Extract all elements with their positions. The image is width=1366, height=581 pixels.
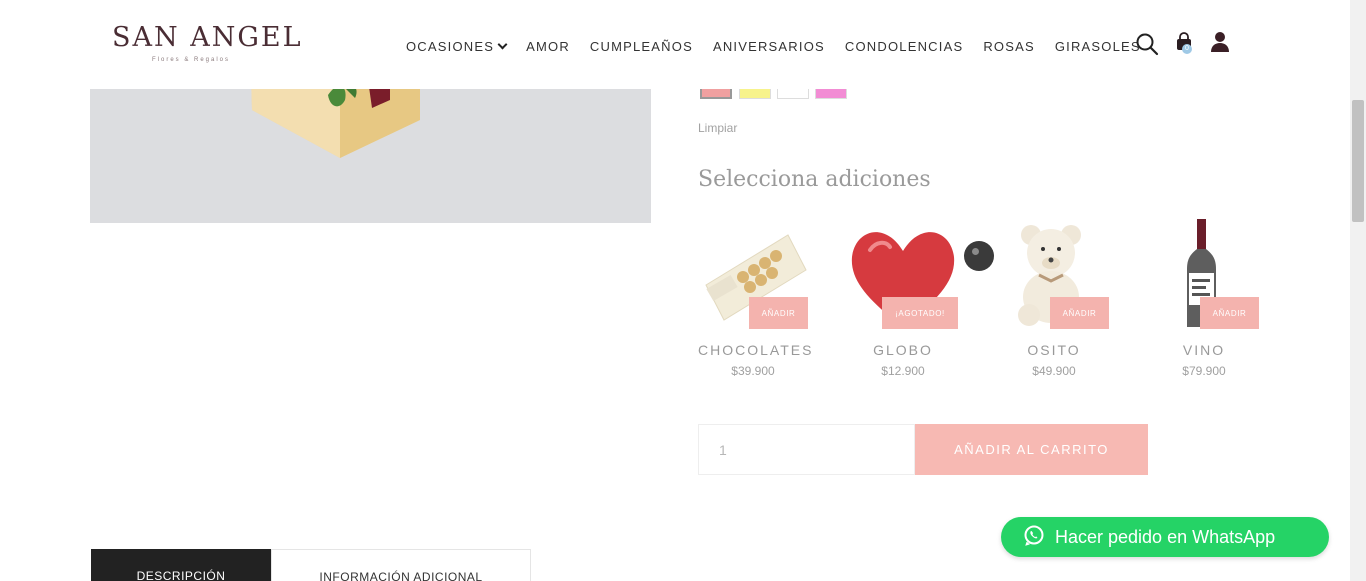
loading-spinner-icon	[964, 241, 994, 271]
nav-item-label: CONDOLENCIAS	[844, 38, 964, 54]
tab-label: DESCRIPCIÓN	[136, 569, 226, 581]
addons-title: Selecciona adiciones	[698, 167, 931, 192]
whatsapp-label: Hacer pedido en WhatsApp	[1055, 526, 1276, 547]
add-vino-button[interactable]: AÑADIR	[1200, 297, 1259, 329]
addon-item-osito: AÑADIR OSITO $49.900	[999, 215, 1129, 385]
search-icon[interactable]	[1135, 32, 1159, 61]
scrollbar-thumb[interactable]	[1352, 100, 1364, 222]
nav-item-rosas[interactable]: ROSAS	[983, 38, 1035, 54]
add-to-cart-button[interactable]: AÑADIR AL CARRITO	[915, 424, 1148, 475]
addon-item-vino: AÑADIR VINO $79.900	[1149, 215, 1279, 385]
tab-informacion-adicional[interactable]: INFORMACIÓN ADICIONAL	[271, 549, 531, 581]
addon-name: VINO	[1182, 342, 1226, 358]
page: SAN ANGEL Flores & Regalos OCASIONES AMO…	[0, 0, 1366, 581]
addon-name: OSITO	[1027, 342, 1081, 358]
addon-price: $49.900	[1032, 364, 1076, 378]
cart-icon[interactable]: 0	[1174, 32, 1196, 54]
nav-item-girasoles[interactable]: GIRASOLES	[1055, 38, 1141, 54]
add-osito-button[interactable]: AÑADIR	[1050, 297, 1109, 329]
nav-item-amor[interactable]: AMOR	[526, 38, 570, 54]
addon-item-chocolates: AÑADIR CHOCOLATES $39.900	[698, 215, 828, 385]
tab-label: INFORMACIÓN ADICIONAL	[319, 570, 483, 581]
nav-item-condolencias[interactable]: CONDOLENCIAS	[845, 38, 963, 54]
main-nav: OCASIONES AMOR CUMPLEAÑOS ANIVERSARIOS C…	[406, 38, 1161, 54]
tab-descripcion[interactable]: DESCRIPCIÓN	[91, 549, 271, 581]
nav-item-label: CUMPLEAÑOS	[589, 38, 693, 54]
quantity-input[interactable]: 1	[698, 424, 915, 475]
whatsapp-order-button[interactable]: Hacer pedido en WhatsApp	[1001, 517, 1329, 557]
nav-item-label: GIRASOLES	[1054, 38, 1141, 54]
nav-item-aniversarios[interactable]: ANIVERSARIOS	[713, 38, 825, 54]
add-chocolates-button[interactable]: AÑADIR	[749, 297, 808, 329]
addon-name: CHOCOLATES	[698, 342, 814, 358]
nav-item-label: ROSAS	[983, 38, 1035, 54]
nav-item-cumpleanos[interactable]: CUMPLEAÑOS	[590, 38, 693, 54]
clear-selection-link[interactable]: Limpiar	[698, 121, 737, 135]
nav-item-ocasiones[interactable]: OCASIONES	[406, 38, 508, 54]
addon-item-globo: ¡AGOTADO! GLOBO $12.900	[848, 215, 994, 385]
logo-tagline: Flores & Regalos	[152, 57, 231, 63]
nav-item-label: ANIVERSARIOS	[712, 38, 825, 54]
addon-price: $79.900	[1182, 364, 1226, 378]
addon-name: GLOBO	[873, 342, 933, 358]
addon-price: $39.900	[731, 364, 775, 378]
scrollbar-track[interactable]	[1350, 0, 1366, 581]
logo[interactable]: SAN ANGEL Flores & Regalos	[112, 22, 301, 66]
whatsapp-icon	[1023, 524, 1055, 551]
site-header: SAN ANGEL Flores & Regalos OCASIONES AMO…	[0, 0, 1350, 89]
nav-item-label: AMOR	[526, 38, 570, 54]
cart-count: 0	[1182, 44, 1192, 54]
quantity-value: 1	[719, 441, 727, 458]
nav-item-label: OCASIONES	[406, 38, 495, 54]
sold-out-globo-button[interactable]: ¡AGOTADO!	[882, 297, 958, 329]
user-icon[interactable]	[1210, 31, 1230, 58]
chevron-down-icon	[497, 39, 508, 49]
addon-price: $12.900	[881, 364, 925, 378]
logo-text: SAN ANGEL	[112, 22, 303, 53]
